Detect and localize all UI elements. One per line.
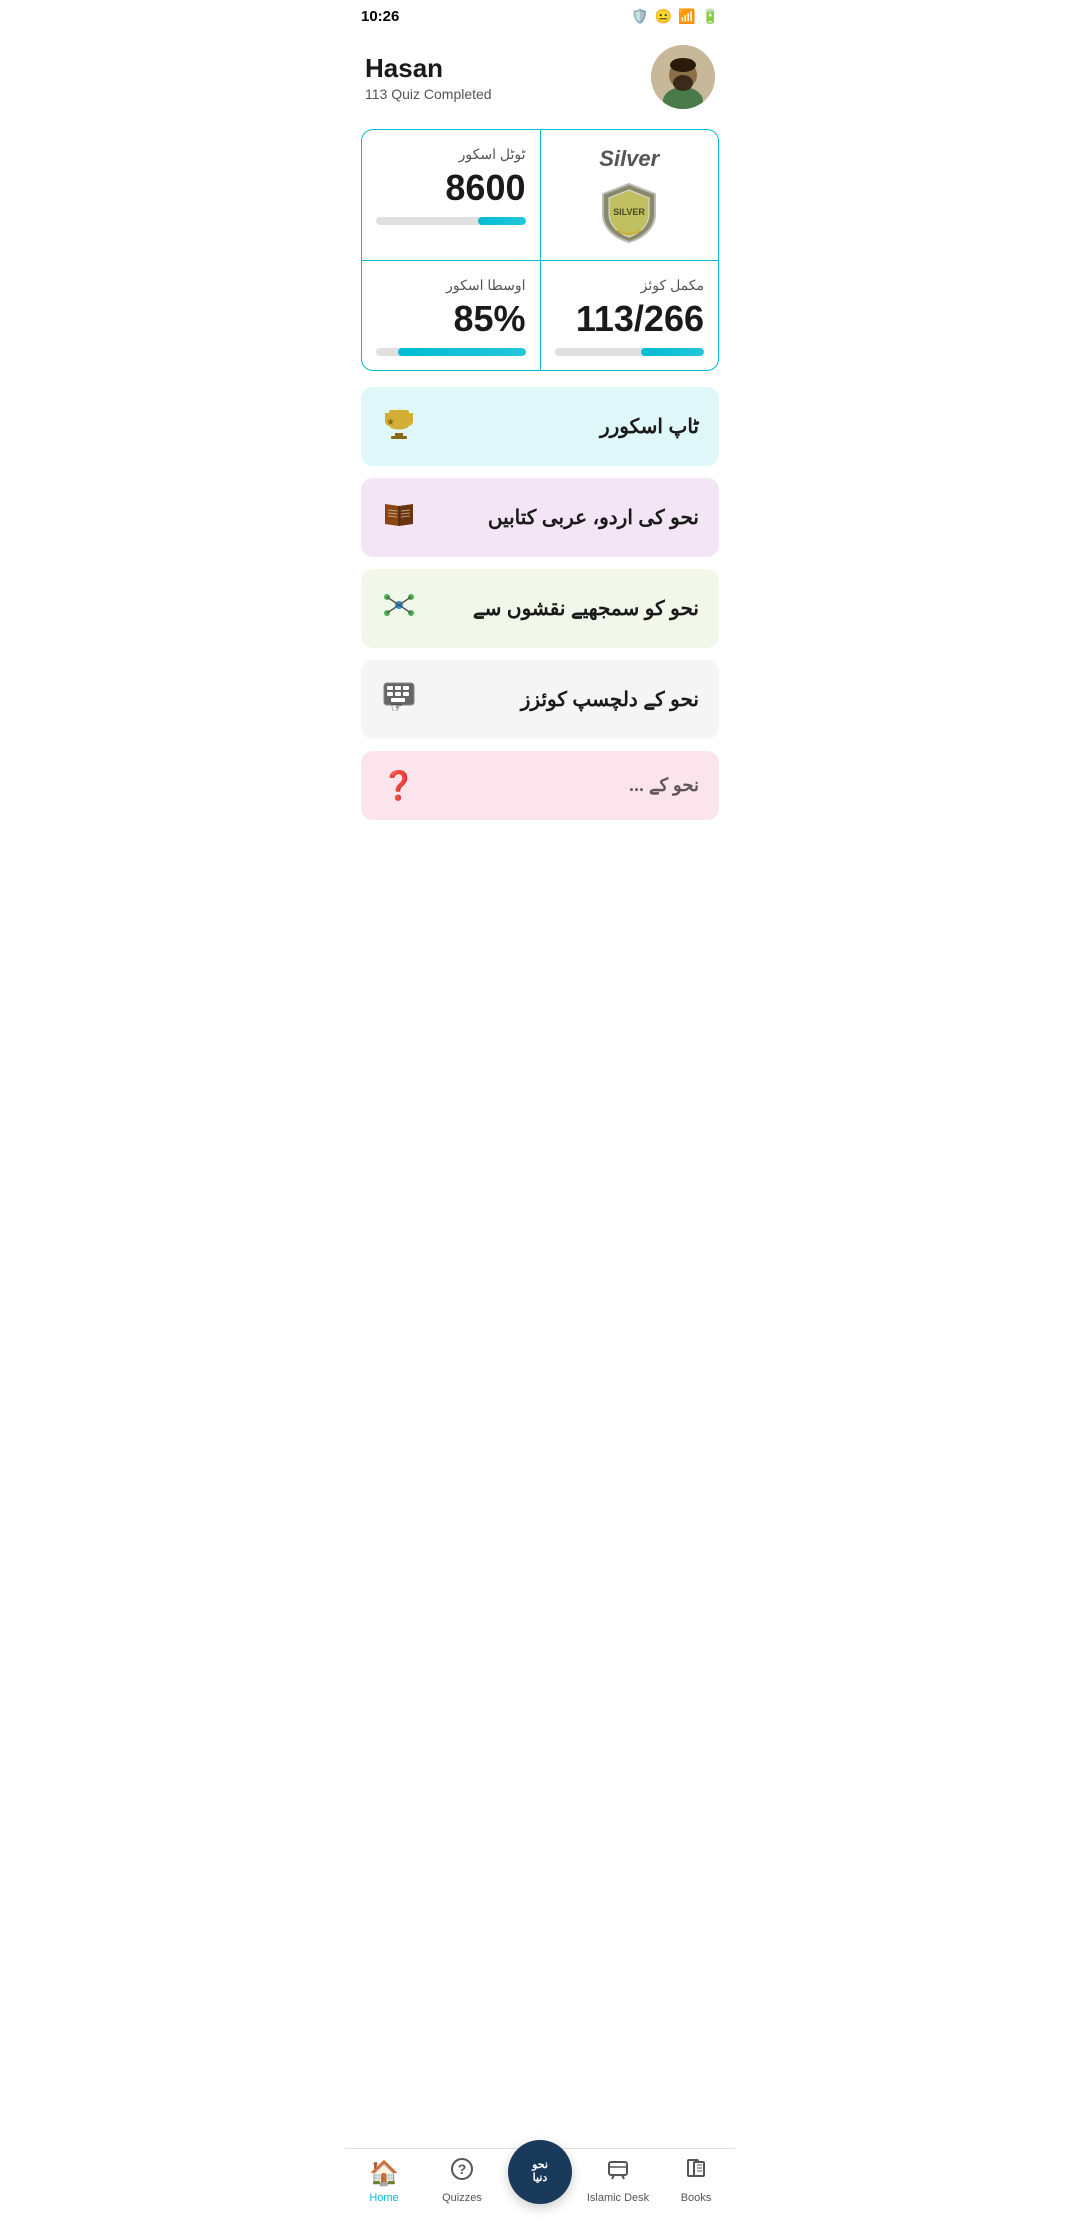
status-icons: 🛡️ 😐 📶 🔋 — [631, 8, 719, 25]
completed-quizzes-label: مکمل کوئز — [555, 277, 705, 294]
username: Hasan — [365, 53, 492, 84]
nav-books-label: Books — [681, 2192, 712, 2204]
avg-score-cell: اوسطا اسکور 85% — [362, 261, 541, 370]
total-score-label: ٹوٹل اسکور — [376, 146, 526, 163]
diagrams-icon — [381, 587, 417, 630]
nav-center[interactable]: نحودنیا — [501, 2168, 579, 2204]
completed-quizzes-value: 113/266 — [555, 298, 705, 340]
completed-quizzes-progress-bg — [555, 348, 705, 356]
nahw-dunya-label: نحودنیا — [532, 2159, 548, 2185]
svg-text:★: ★ — [386, 417, 395, 428]
completed-quizzes-progress-fill — [641, 348, 704, 356]
status-time: 10:26 — [361, 8, 399, 25]
nav-islamic-desk-label: Islamic Desk — [587, 2192, 649, 2204]
nav-books[interactable]: Books — [657, 2157, 735, 2204]
avg-score-progress-fill — [398, 348, 525, 356]
nav-home[interactable]: 🏠 Home — [345, 2159, 423, 2204]
nav-islamic-desk[interactable]: Islamic Desk — [579, 2157, 657, 2204]
nav-quizzes-label: Quizzes — [442, 2192, 482, 2204]
partial-card[interactable]: نحو کے ... ❓ — [361, 751, 719, 820]
avatar[interactable] — [651, 45, 715, 109]
nahw-dunya-button[interactable]: نحودنیا — [508, 2140, 572, 2204]
shield-icon: 🛡️ — [631, 8, 648, 25]
silver-badge-cell: Silver SILVER — [541, 130, 719, 260]
stats-grid: ٹوٹل اسکور 8600 Silver SILVER اوسطا اس — [361, 129, 719, 371]
silver-label: Silver — [599, 146, 659, 172]
svg-text:?: ? — [458, 2161, 467, 2177]
battery-icon: 🔋 — [702, 8, 719, 25]
total-score-progress-fill — [478, 217, 526, 225]
interesting-quizzes-card[interactable]: نحو کے دلچسپ کوئزز ☞ — [361, 660, 719, 739]
total-score-value: 8600 — [376, 167, 526, 209]
diagrams-label: نحو کو سمجھیے نقشوں سے — [473, 596, 699, 621]
home-icon: 🏠 — [369, 2159, 399, 2188]
nav-quizzes[interactable]: ? Quizzes — [423, 2157, 501, 2204]
top-scorer-card[interactable]: ٹاپ اسکورر ★ — [361, 387, 719, 466]
books-nav-icon — [684, 2157, 708, 2188]
quiz-count-subtitle: 113 Quiz Completed — [365, 86, 492, 102]
books-icon — [381, 496, 417, 539]
nav-home-label: Home — [369, 2192, 398, 2204]
wifi-icon: 📶 — [678, 8, 695, 25]
partial-card-label: نحو کے ... — [629, 775, 699, 796]
stats-row-bottom: اوسطا اسکور 85% مکمل کوئز 113/266 — [362, 261, 718, 370]
silver-badge-icon: SILVER — [597, 180, 661, 244]
books-label: نحو کی اردو، عربی کتابیں — [488, 505, 699, 530]
bottom-nav: 🏠 Home ? Quizzes نحودنیا Islamic Desk — [345, 2148, 735, 2220]
quizzes-nav-icon: ? — [450, 2157, 474, 2188]
avg-score-progress-bg — [376, 348, 526, 356]
status-bar: 10:26 🛡️ 😐 📶 🔋 — [345, 0, 735, 33]
top-scorer-label: ٹاپ اسکورر — [600, 414, 699, 439]
total-score-cell: ٹوٹل اسکور 8600 — [362, 130, 541, 260]
top-scorer-icon: ★ — [381, 405, 417, 448]
interesting-quizzes-label: نحو کے دلچسپ کوئزز — [521, 687, 699, 712]
avg-score-label: اوسطا اسکور — [376, 277, 526, 294]
menu-section: ٹاپ اسکورر ★ نحو کی اردو، عربی کتابیں — [345, 387, 735, 739]
avatar-image — [651, 45, 715, 109]
svg-text:SILVER: SILVER — [613, 207, 645, 217]
header: Hasan 113 Quiz Completed — [345, 33, 735, 129]
completed-quizzes-cell: مکمل کوئز 113/266 — [541, 261, 719, 370]
avg-score-value: 85% — [376, 298, 526, 340]
diagrams-card[interactable]: نحو کو سمجھیے نقشوں سے — [361, 569, 719, 648]
interesting-quizzes-icon: ☞ — [381, 678, 417, 721]
islamic-desk-icon — [606, 2157, 630, 2188]
svg-text:☞: ☞ — [390, 699, 403, 714]
stats-row-top: ٹوٹل اسکور 8600 Silver SILVER — [362, 130, 718, 261]
total-score-progress-bg — [376, 217, 526, 225]
books-card[interactable]: نحو کی اردو، عربی کتابیں — [361, 478, 719, 557]
partial-card-icon: ❓ — [381, 769, 416, 802]
faceid-icon: 😐 — [655, 8, 672, 25]
